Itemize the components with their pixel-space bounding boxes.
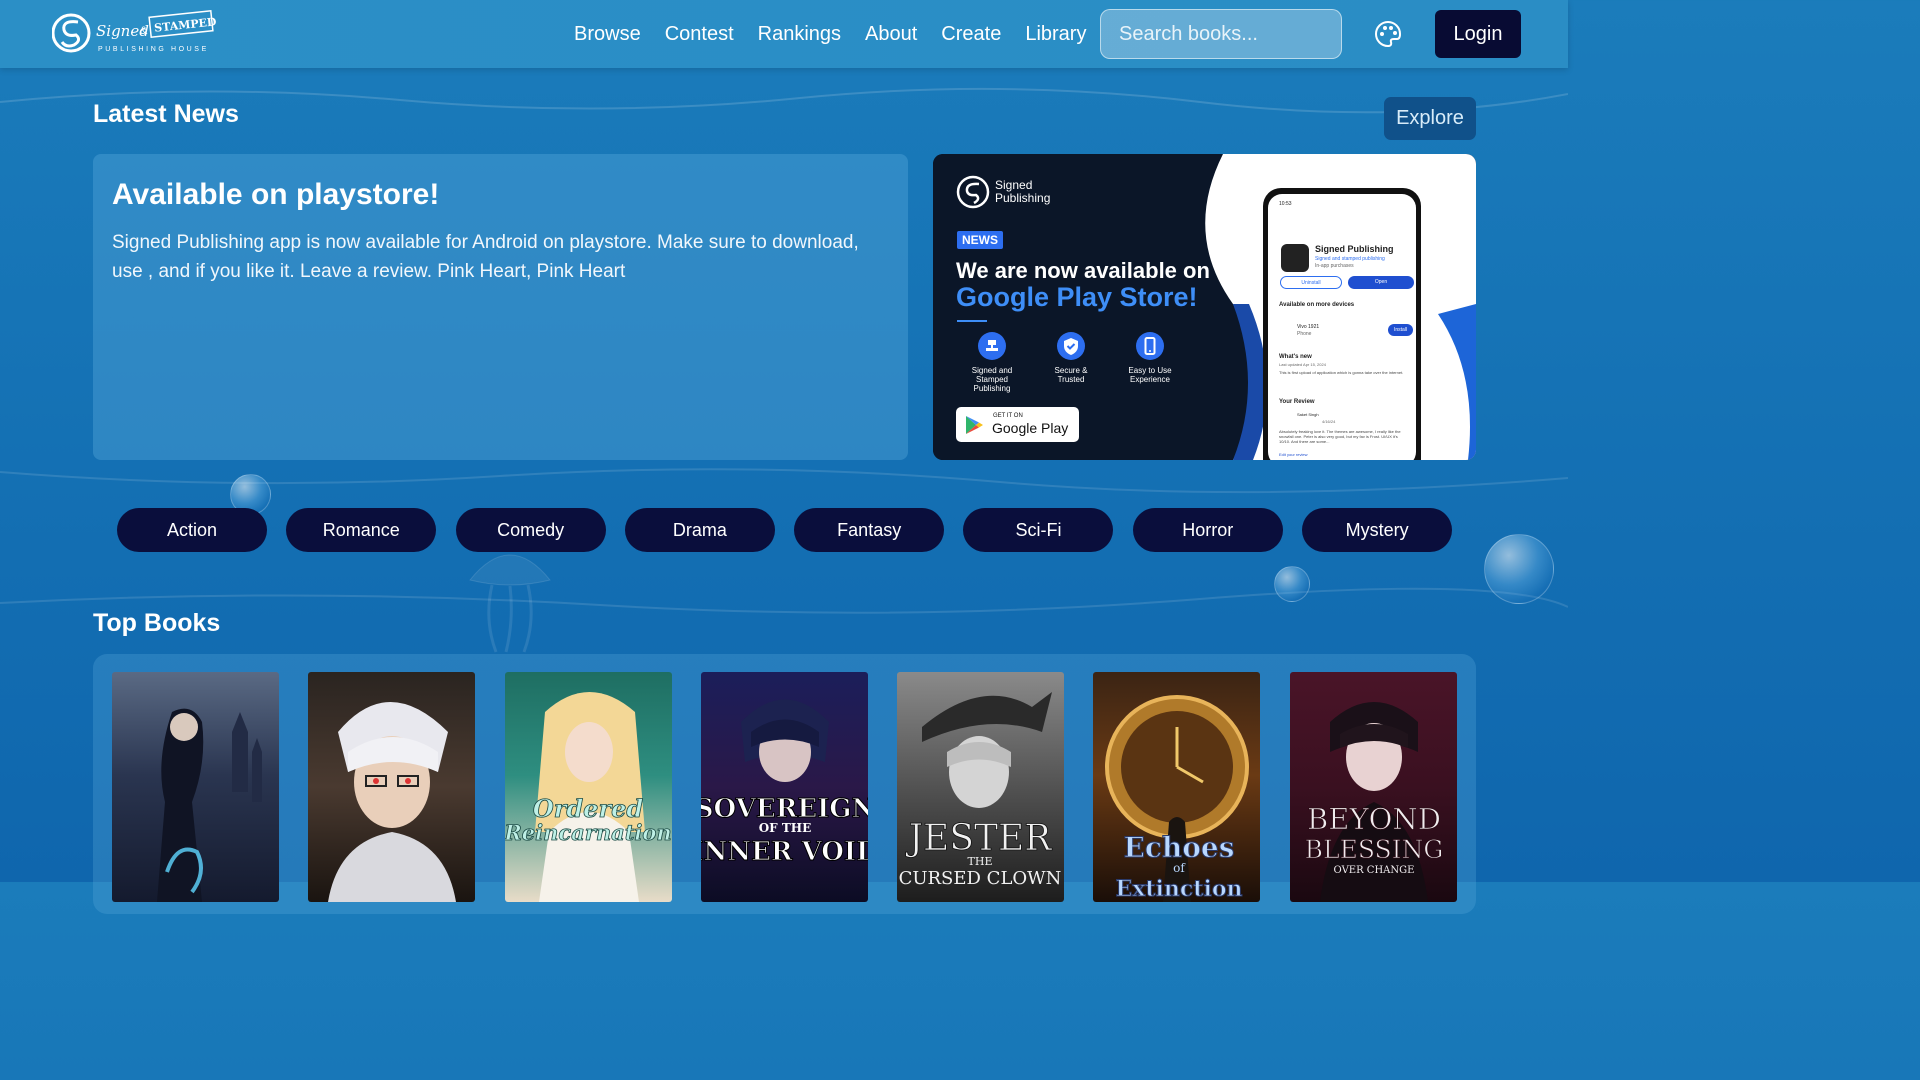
book-cover-art: JESTER THE CURSED CLOWN xyxy=(899,692,1062,889)
svg-text:BLESSING: BLESSING xyxy=(1305,835,1444,864)
nav-link-about[interactable]: About xyxy=(865,23,917,46)
explore-button[interactable]: Explore xyxy=(1384,97,1476,140)
bubble-decoration xyxy=(1484,534,1554,604)
top-navbar: Signed & STAMPED PUBLISHING HOUSE Browse… xyxy=(0,0,1568,68)
news-body: Signed Publishing app is now available f… xyxy=(112,232,859,282)
genre-comedy[interactable]: Comedy xyxy=(455,508,606,552)
banner-line-2: Google Play Store! xyxy=(956,282,1198,312)
book-cover[interactable] xyxy=(112,672,279,902)
book-cover[interactable]: BEYOND BLESSING OVER CHANGE xyxy=(1290,672,1457,902)
banner-underline xyxy=(957,320,987,322)
svg-text:of: of xyxy=(1173,861,1186,875)
nav-link-library[interactable]: Library xyxy=(1025,23,1086,46)
svg-text:INNER VOID: INNER VOID xyxy=(701,837,868,867)
news-badge: NEWS xyxy=(957,231,1003,249)
genre-fantasy[interactable]: Fantasy xyxy=(794,508,945,552)
genre-drama[interactable]: Drama xyxy=(624,508,775,552)
banner-line-1: We are now available on xyxy=(956,258,1210,283)
playstore-banner[interactable]: Signed Publishing NEWS We are now availa… xyxy=(933,154,1476,460)
news-card[interactable]: Available on playstore! Signed Publishin… xyxy=(93,154,908,460)
jellyfish-decoration xyxy=(469,554,551,653)
svg-text:CURSED CLOWN: CURSED CLOWN xyxy=(899,868,1062,889)
svg-text:PUBLISHING HOUSE: PUBLISHING HOUSE xyxy=(98,46,209,53)
shield-check-icon xyxy=(1057,332,1085,360)
svg-text:OVER CHANGE: OVER CHANGE xyxy=(1334,865,1415,876)
google-play-icon xyxy=(966,416,983,434)
signed-logo-icon xyxy=(956,175,990,209)
feature-signed: Signed and Stamped Publishing xyxy=(961,331,1023,393)
book-cover-art xyxy=(328,702,456,902)
book-cover-art xyxy=(157,708,262,902)
banner-brand-name: Signed Publishing xyxy=(995,178,1051,205)
stamp-icon xyxy=(978,332,1006,360)
top-books-title: Top Books xyxy=(93,609,221,637)
book-cover[interactable]: Echoes of Extinction xyxy=(1093,672,1260,902)
nav-link-create[interactable]: Create xyxy=(941,23,1001,46)
feature-easy: Easy to Use Experience xyxy=(1119,331,1181,384)
news-headline: Available on playstore! xyxy=(112,178,440,211)
book-cover[interactable]: Ordered Reincarnation xyxy=(505,672,672,902)
latest-news-title: Latest News xyxy=(93,100,239,128)
book-cover-art: Ordered Reincarnation xyxy=(505,692,672,902)
phone-icon xyxy=(1136,332,1164,360)
genre-mystery[interactable]: Mystery xyxy=(1302,508,1453,552)
feature-secure: Secure & Trusted xyxy=(1040,331,1102,384)
genre-romance[interactable]: Romance xyxy=(286,508,437,552)
svg-text:JESTER: JESTER xyxy=(905,818,1053,859)
book-cover-art: SOVEREIGN OF THE INNER VOID xyxy=(701,699,868,868)
book-cover[interactable]: SOVEREIGN OF THE INNER VOID xyxy=(701,672,868,902)
book-cover[interactable] xyxy=(308,672,475,902)
phone-mockup: 10:53 Signed Publishing Signed and stamp… xyxy=(1263,188,1421,460)
login-button[interactable]: Login xyxy=(1435,10,1521,58)
svg-text:OF THE: OF THE xyxy=(759,821,812,835)
book-cover-art: BEYOND BLESSING OVER CHANGE xyxy=(1304,702,1444,902)
nav-links: Browse Contest Rankings About Create Lib… xyxy=(562,0,1098,68)
genre-action[interactable]: Action xyxy=(117,508,267,552)
genre-list: Action Romance Comedy Drama Fantasy Sci-… xyxy=(117,508,1471,552)
nav-link-contest[interactable]: Contest xyxy=(665,23,734,46)
svg-text:SOVEREIGN: SOVEREIGN xyxy=(701,794,868,824)
brand-logo[interactable]: Signed & STAMPED PUBLISHING HOUSE xyxy=(52,10,222,56)
bubble-decoration xyxy=(1274,566,1310,602)
search-input[interactable] xyxy=(1100,9,1342,59)
svg-text:Extinction: Extinction xyxy=(1116,876,1243,902)
genre-horror[interactable]: Horror xyxy=(1132,508,1283,552)
book-cover-art: Echoes of Extinction xyxy=(1105,695,1249,902)
svg-text:&: & xyxy=(140,25,148,37)
book-cover[interactable]: JESTER THE CURSED CLOWN xyxy=(897,672,1064,902)
nav-link-rankings[interactable]: Rankings xyxy=(758,23,841,46)
palette-icon[interactable] xyxy=(1373,19,1403,49)
svg-text:BEYOND: BEYOND xyxy=(1307,802,1441,836)
svg-text:THE: THE xyxy=(968,855,993,868)
svg-text:Echoes: Echoes xyxy=(1123,831,1234,864)
svg-text:Reincarnation: Reincarnation xyxy=(505,820,672,845)
wave-decoration xyxy=(0,587,1568,614)
google-play-badge[interactable]: GET IT ON Google Play xyxy=(956,407,1079,442)
svg-text:Ordered: Ordered xyxy=(533,794,644,823)
nav-link-browse[interactable]: Browse xyxy=(574,23,641,46)
genre-sci-fi[interactable]: Sci-Fi xyxy=(963,508,1114,552)
